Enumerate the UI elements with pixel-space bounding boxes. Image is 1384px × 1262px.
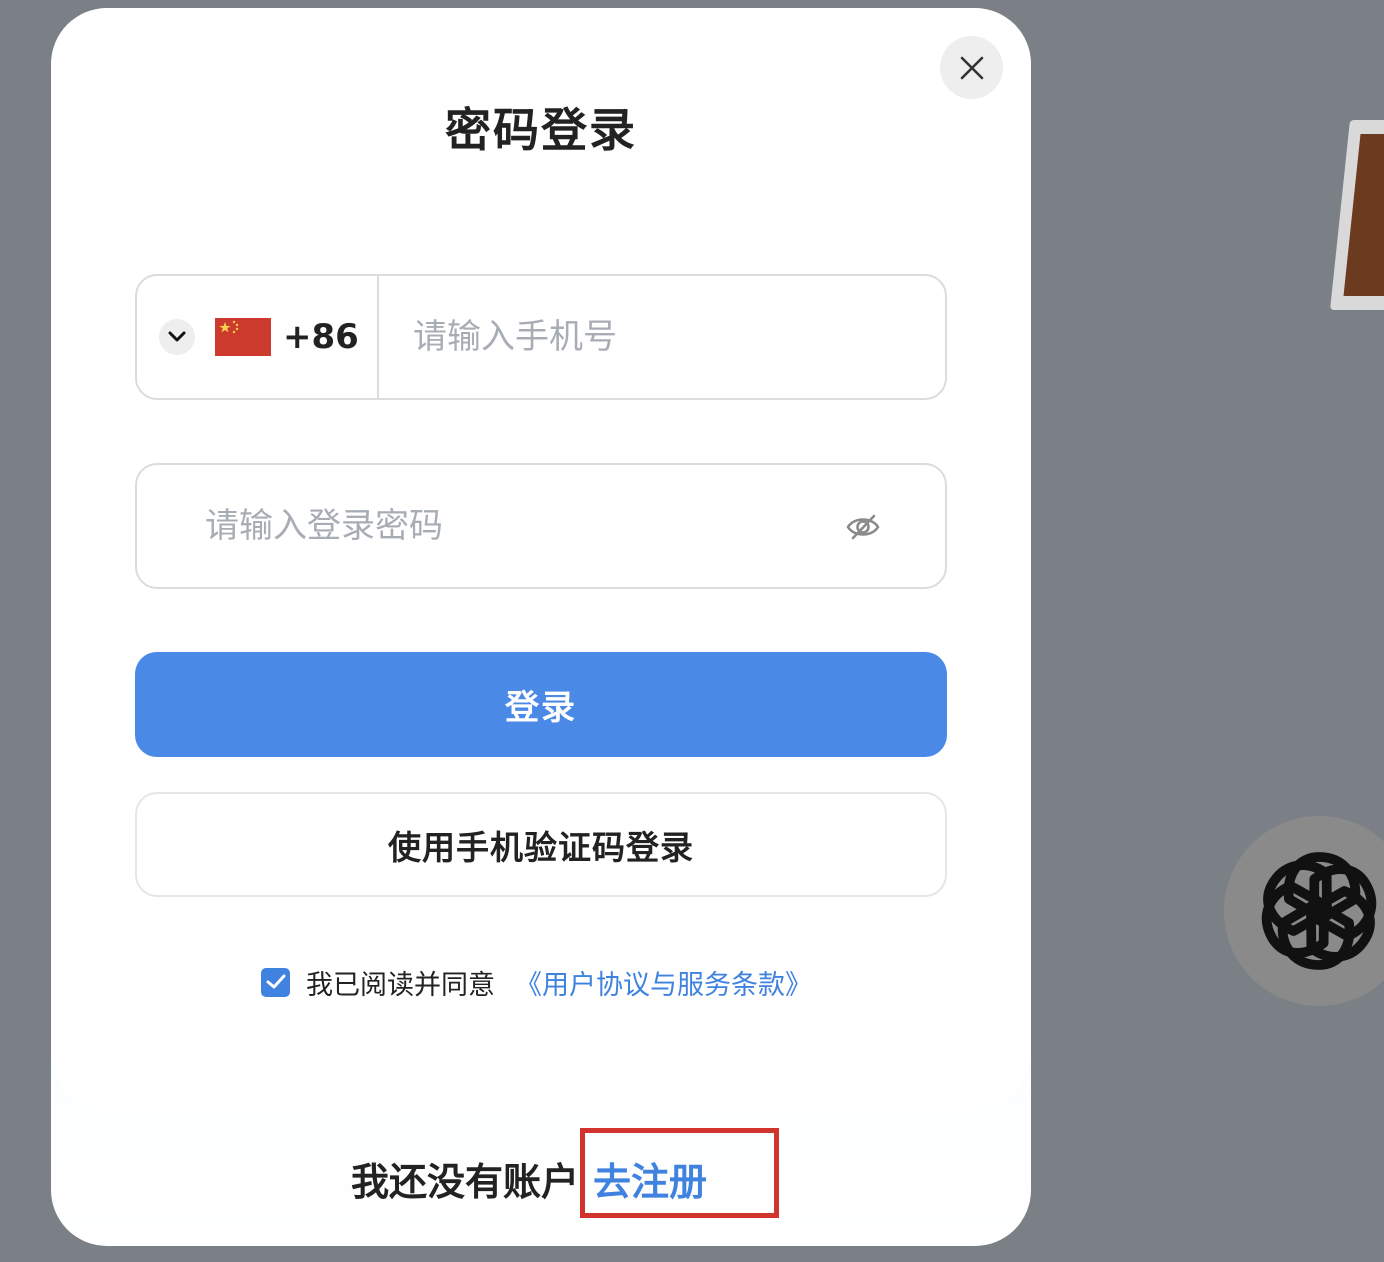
agreement-checkbox[interactable] <box>261 967 290 997</box>
login-panel: 密码登录 +86 请输入手机号 登录 使用手机验证码登录 我已阅读并同意 《用户… <box>51 8 1031 1107</box>
password-field <box>135 463 947 589</box>
chevron-down-icon <box>159 319 195 355</box>
agreement-row: 我已阅读并同意 《用户协议与服务条款》 <box>261 958 812 1006</box>
country-code-select[interactable]: +86 <box>137 276 379 398</box>
no-account-text: 我还没有账户 <box>351 1159 580 1204</box>
checkmark-icon <box>266 974 285 989</box>
login-button[interactable]: 登录 <box>135 652 947 757</box>
phone-input[interactable] <box>413 307 913 367</box>
terms-link[interactable]: 《用户协议与服务条款》 <box>515 963 812 1002</box>
register-highlight-box <box>580 1128 779 1218</box>
page-title: 密码登录 <box>445 103 637 157</box>
agreement-text: 我已阅读并同意 <box>306 969 495 1001</box>
eye-off-icon <box>846 514 880 540</box>
password-input[interactable] <box>205 496 805 556</box>
login-modal: 密码登录 +86 请输入手机号 登录 使用手机验证码登录 我已阅读并同意 《用户… <box>51 8 1031 1246</box>
sms-login-button[interactable]: 使用手机验证码登录 <box>135 792 947 897</box>
close-button[interactable] <box>940 36 1003 99</box>
openai-logo-icon <box>1224 816 1384 1006</box>
phone-field: +86 <box>135 274 947 400</box>
dial-code: +86 <box>283 317 359 357</box>
china-flag-icon <box>215 318 271 356</box>
password-visibility-toggle[interactable] <box>845 509 881 545</box>
close-icon <box>960 56 983 79</box>
